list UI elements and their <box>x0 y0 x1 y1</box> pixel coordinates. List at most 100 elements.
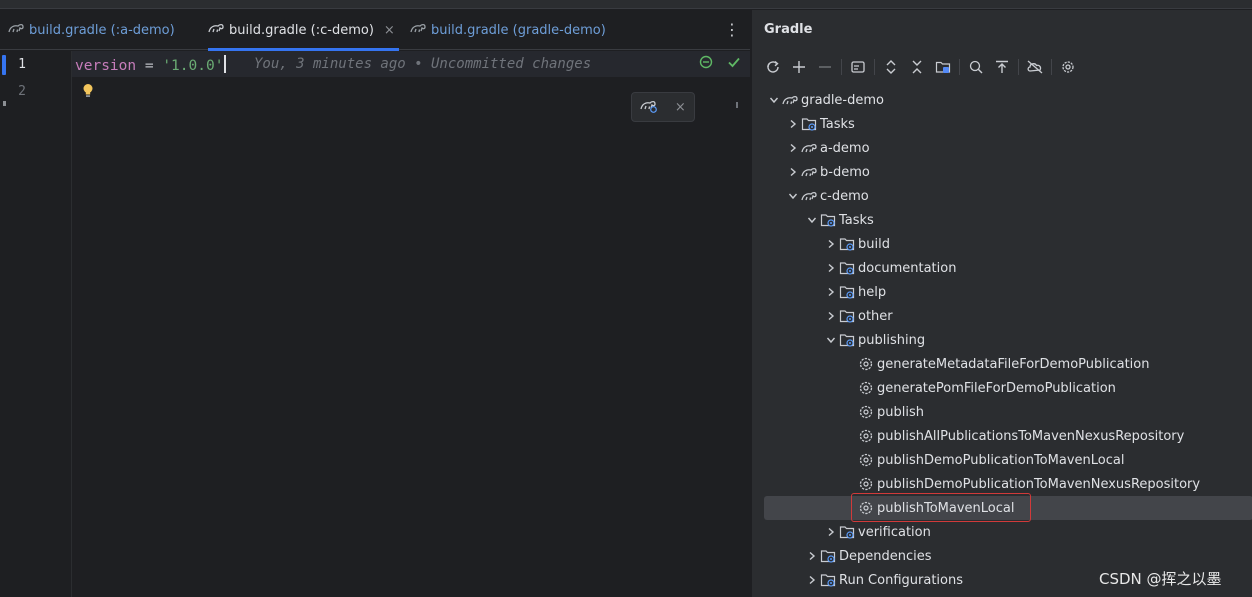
toolbar-separator <box>1018 59 1019 75</box>
gradle-project-icon <box>782 92 798 108</box>
tree-item-b-demo[interactable]: b-demo <box>752 160 1252 184</box>
line-gutter: 1 2 <box>0 51 72 597</box>
tree-item-label: generatePomFileForDemoPublication <box>877 380 1116 396</box>
refresh-icon[interactable] <box>760 57 786 77</box>
tree-item-generatepomfilefordemopublication[interactable]: generatePomFileForDemoPublication <box>752 376 1252 400</box>
code-string: '1.0.0' <box>162 58 224 74</box>
check-icon <box>727 55 741 73</box>
chevron-down-icon[interactable] <box>804 212 820 228</box>
gradle-project-icon <box>801 140 817 156</box>
tree-item-publishing[interactable]: publishing <box>752 328 1252 352</box>
collapse-all-icon[interactable] <box>904 57 930 77</box>
lightbulb-icon[interactable] <box>82 83 94 102</box>
gear-icon <box>858 404 874 420</box>
tree-item-generatemetadatafilefordemopublication[interactable]: generateMetadataFileForDemoPublication <box>752 352 1252 376</box>
settings-icon[interactable] <box>1055 57 1081 77</box>
tree-item-tasks[interactable]: Tasks <box>752 112 1252 136</box>
tree-item-publishdemopublicationtomavenlocal[interactable]: publishDemoPublicationToMavenLocal <box>752 448 1252 472</box>
tab-label: build.gradle (:c-demo) <box>229 22 374 38</box>
tree-item-label: Tasks <box>839 212 874 228</box>
tree-item-label: other <box>858 308 893 324</box>
code-line-1[interactable]: version = '1.0.0' <box>75 55 227 74</box>
chevron-right-icon[interactable] <box>785 140 801 156</box>
tab-label: build.gradle (gradle-demo) <box>431 22 606 38</box>
inspection-widget[interactable] <box>692 53 748 75</box>
folder-icon[interactable] <box>930 57 956 77</box>
tree-item-label: verification <box>858 524 931 540</box>
editor-tab-bar: build.gradle (:a-demo) build.gradle (:c-… <box>0 10 750 51</box>
tree-item-build[interactable]: build <box>752 232 1252 256</box>
tree-item-help[interactable]: help <box>752 280 1252 304</box>
chevron-right-icon[interactable] <box>823 260 839 276</box>
tree-item-documentation[interactable]: documentation <box>752 256 1252 280</box>
folder-gear-icon <box>801 116 817 132</box>
tree-item-c-demo[interactable]: c-demo <box>752 184 1252 208</box>
tree-item-tasks[interactable]: Tasks <box>752 208 1252 232</box>
tree-item-a-demo[interactable]: a-demo <box>752 136 1252 160</box>
toggle-offline-icon[interactable] <box>1022 57 1048 77</box>
chevron-right-icon[interactable] <box>823 524 839 540</box>
chevron-right-icon[interactable] <box>785 164 801 180</box>
tree-item-label: gradle-demo <box>801 92 884 108</box>
tree-item-publish[interactable]: publish <box>752 400 1252 424</box>
tree-item-publishallpublicationstomavennexusrepository[interactable]: publishAllPublicationsToMavenNexusReposi… <box>752 424 1252 448</box>
dependencies-icon[interactable] <box>989 57 1015 77</box>
chevron-down-icon[interactable] <box>823 332 839 348</box>
folder-gear-icon <box>839 284 855 300</box>
chevron-right-icon[interactable] <box>823 284 839 300</box>
gradle-sync-icon[interactable] <box>640 97 658 117</box>
chevron-right-icon[interactable] <box>785 116 801 132</box>
folder-gear-icon <box>839 332 855 348</box>
code-keyword: version <box>75 58 137 74</box>
gear-icon <box>858 428 874 444</box>
folder-gear-icon <box>820 212 836 228</box>
folder-gear-icon <box>820 572 836 588</box>
gear-icon <box>858 452 874 468</box>
editor-pane: build.gradle (:a-demo) build.gradle (:c-… <box>0 10 750 597</box>
tree-item-label: publishing <box>858 332 926 348</box>
text-caret <box>224 55 227 73</box>
tree-item-label: documentation <box>858 260 957 276</box>
tree-item-label: help <box>858 284 887 300</box>
scroll-marker <box>736 102 738 108</box>
tree-item-label: publishAllPublicationsToMavenNexusReposi… <box>877 428 1185 444</box>
more-tabs-icon[interactable]: ⋮ <box>724 22 740 38</box>
folder-gear-icon <box>839 260 855 276</box>
tree-item-verification[interactable]: verification <box>752 520 1252 544</box>
minus-icon[interactable] <box>812 57 838 77</box>
chevron-down-icon[interactable] <box>785 188 801 204</box>
offline-icon[interactable] <box>963 57 989 77</box>
plus-icon[interactable] <box>786 57 812 77</box>
tab-build-gradle-gradle-demo[interactable]: build.gradle (gradle-demo) <box>410 10 606 50</box>
chevron-right-icon[interactable] <box>823 236 839 252</box>
chevron-right-icon[interactable] <box>823 308 839 324</box>
tab-label: build.gradle (:a-demo) <box>29 22 175 38</box>
red-highlight-box <box>851 493 1031 522</box>
tree-item-other[interactable]: other <box>752 304 1252 328</box>
tab-build-gradle-c-demo[interactable]: build.gradle (:c-demo) × <box>208 10 399 51</box>
close-icon[interactable]: × <box>384 23 395 38</box>
gradle-project-icon <box>801 164 817 180</box>
gradle-sync-floating-toolbar: × <box>631 92 695 122</box>
tree-item-gradle-demo[interactable]: gradle-demo <box>752 88 1252 112</box>
chevron-right-icon[interactable] <box>804 572 820 588</box>
chevron-right-icon[interactable] <box>804 548 820 564</box>
toolbar-separator <box>959 59 960 75</box>
gear-icon <box>858 476 874 492</box>
tree-item-dependencies[interactable]: Dependencies <box>752 544 1252 568</box>
expand-all-icon[interactable] <box>878 57 904 77</box>
tree-item-label: publish <box>877 404 924 420</box>
run-config-icon[interactable] <box>845 57 871 77</box>
close-icon[interactable]: × <box>675 100 686 115</box>
chevron-down-icon[interactable] <box>766 92 782 108</box>
tab-build-gradle-a-demo[interactable]: build.gradle (:a-demo) <box>8 10 175 50</box>
tree-item-label: a-demo <box>820 140 870 156</box>
gradle-icon <box>410 21 431 39</box>
tree-item-label: b-demo <box>820 164 870 180</box>
toolbar-separator <box>841 59 842 75</box>
no-problems-icon <box>699 55 713 73</box>
